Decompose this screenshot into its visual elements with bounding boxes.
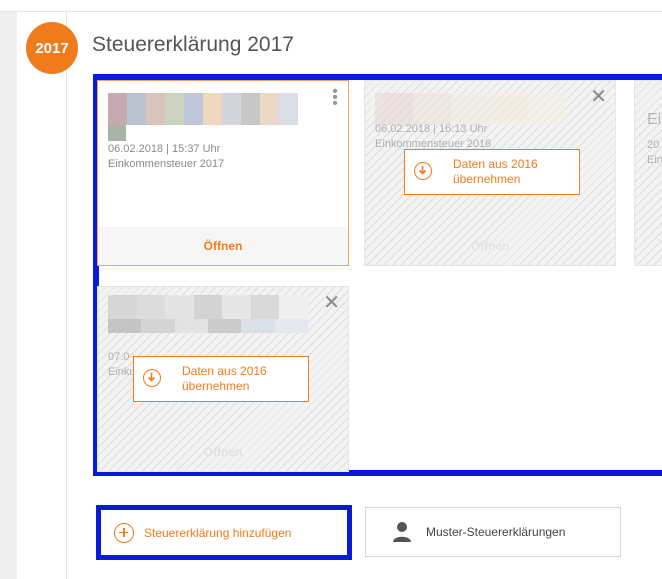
open-button[interactable]: Öffnen (98, 227, 348, 265)
card-date: 06.02.2018 | 15:37 Uhr (108, 143, 221, 155)
blurred-thumbnail (108, 319, 308, 333)
card-type: Ein (647, 154, 662, 166)
add-tax-return-label: Steuererklärung hinzufügen (144, 525, 292, 540)
sample-returns-label: Muster-Steuererklärungen (426, 525, 566, 539)
import-label-line2: übernehmen (453, 172, 521, 186)
card-type: Einkommensteuer 2017 (108, 158, 225, 170)
section-title: Steuererklärung 2017 (92, 33, 294, 56)
sample-returns-button[interactable]: Muster-Steuererklärungen (365, 507, 621, 557)
left-rail (0, 12, 17, 579)
close-icon[interactable]: ✕ (323, 293, 340, 313)
card-date: 07.0 (108, 351, 130, 363)
person-icon (392, 521, 412, 543)
section-separator (66, 12, 67, 579)
import-data-button[interactable]: Daten aus 2016 übernehmen (404, 149, 580, 195)
card-date: 06.02.2018 | 16:13 Uhr (375, 123, 488, 135)
plus-circle-icon (114, 522, 134, 543)
blurred-thumbnail (108, 93, 298, 125)
import-data-button[interactable]: Daten aus 2016 übernehmen (133, 356, 309, 402)
card-date: 20 (647, 139, 660, 151)
blurred-thumbnail (375, 93, 565, 125)
open-button: Öffnen (203, 445, 243, 459)
card-title-partial: Ei (647, 111, 662, 128)
open-button: Öffnen (470, 239, 510, 253)
download-icon (143, 369, 161, 387)
import-label-line1: Daten aus 2016 (182, 364, 267, 378)
return-card-2017[interactable]: • • • 06.02.2018 | 15:37 Uhr Einkommensteu… (97, 80, 349, 266)
download-icon (414, 162, 432, 180)
blurred-thumbnail (108, 295, 309, 319)
return-card-partial: Ei 20 Ein (634, 80, 662, 266)
import-label-line1: Daten aus 2016 (453, 157, 538, 171)
year-badge: 2017 (26, 22, 78, 74)
top-divider (0, 11, 662, 12)
card-type: Einku (108, 366, 136, 378)
close-icon[interactable]: ✕ (590, 87, 607, 107)
import-label-line2: übernehmen (182, 379, 250, 393)
blurred-thumbnail-block (108, 125, 126, 141)
kebab-menu-icon[interactable]: • • • (332, 84, 338, 112)
add-tax-return-button[interactable]: Steuererklärung hinzufügen (100, 510, 348, 555)
